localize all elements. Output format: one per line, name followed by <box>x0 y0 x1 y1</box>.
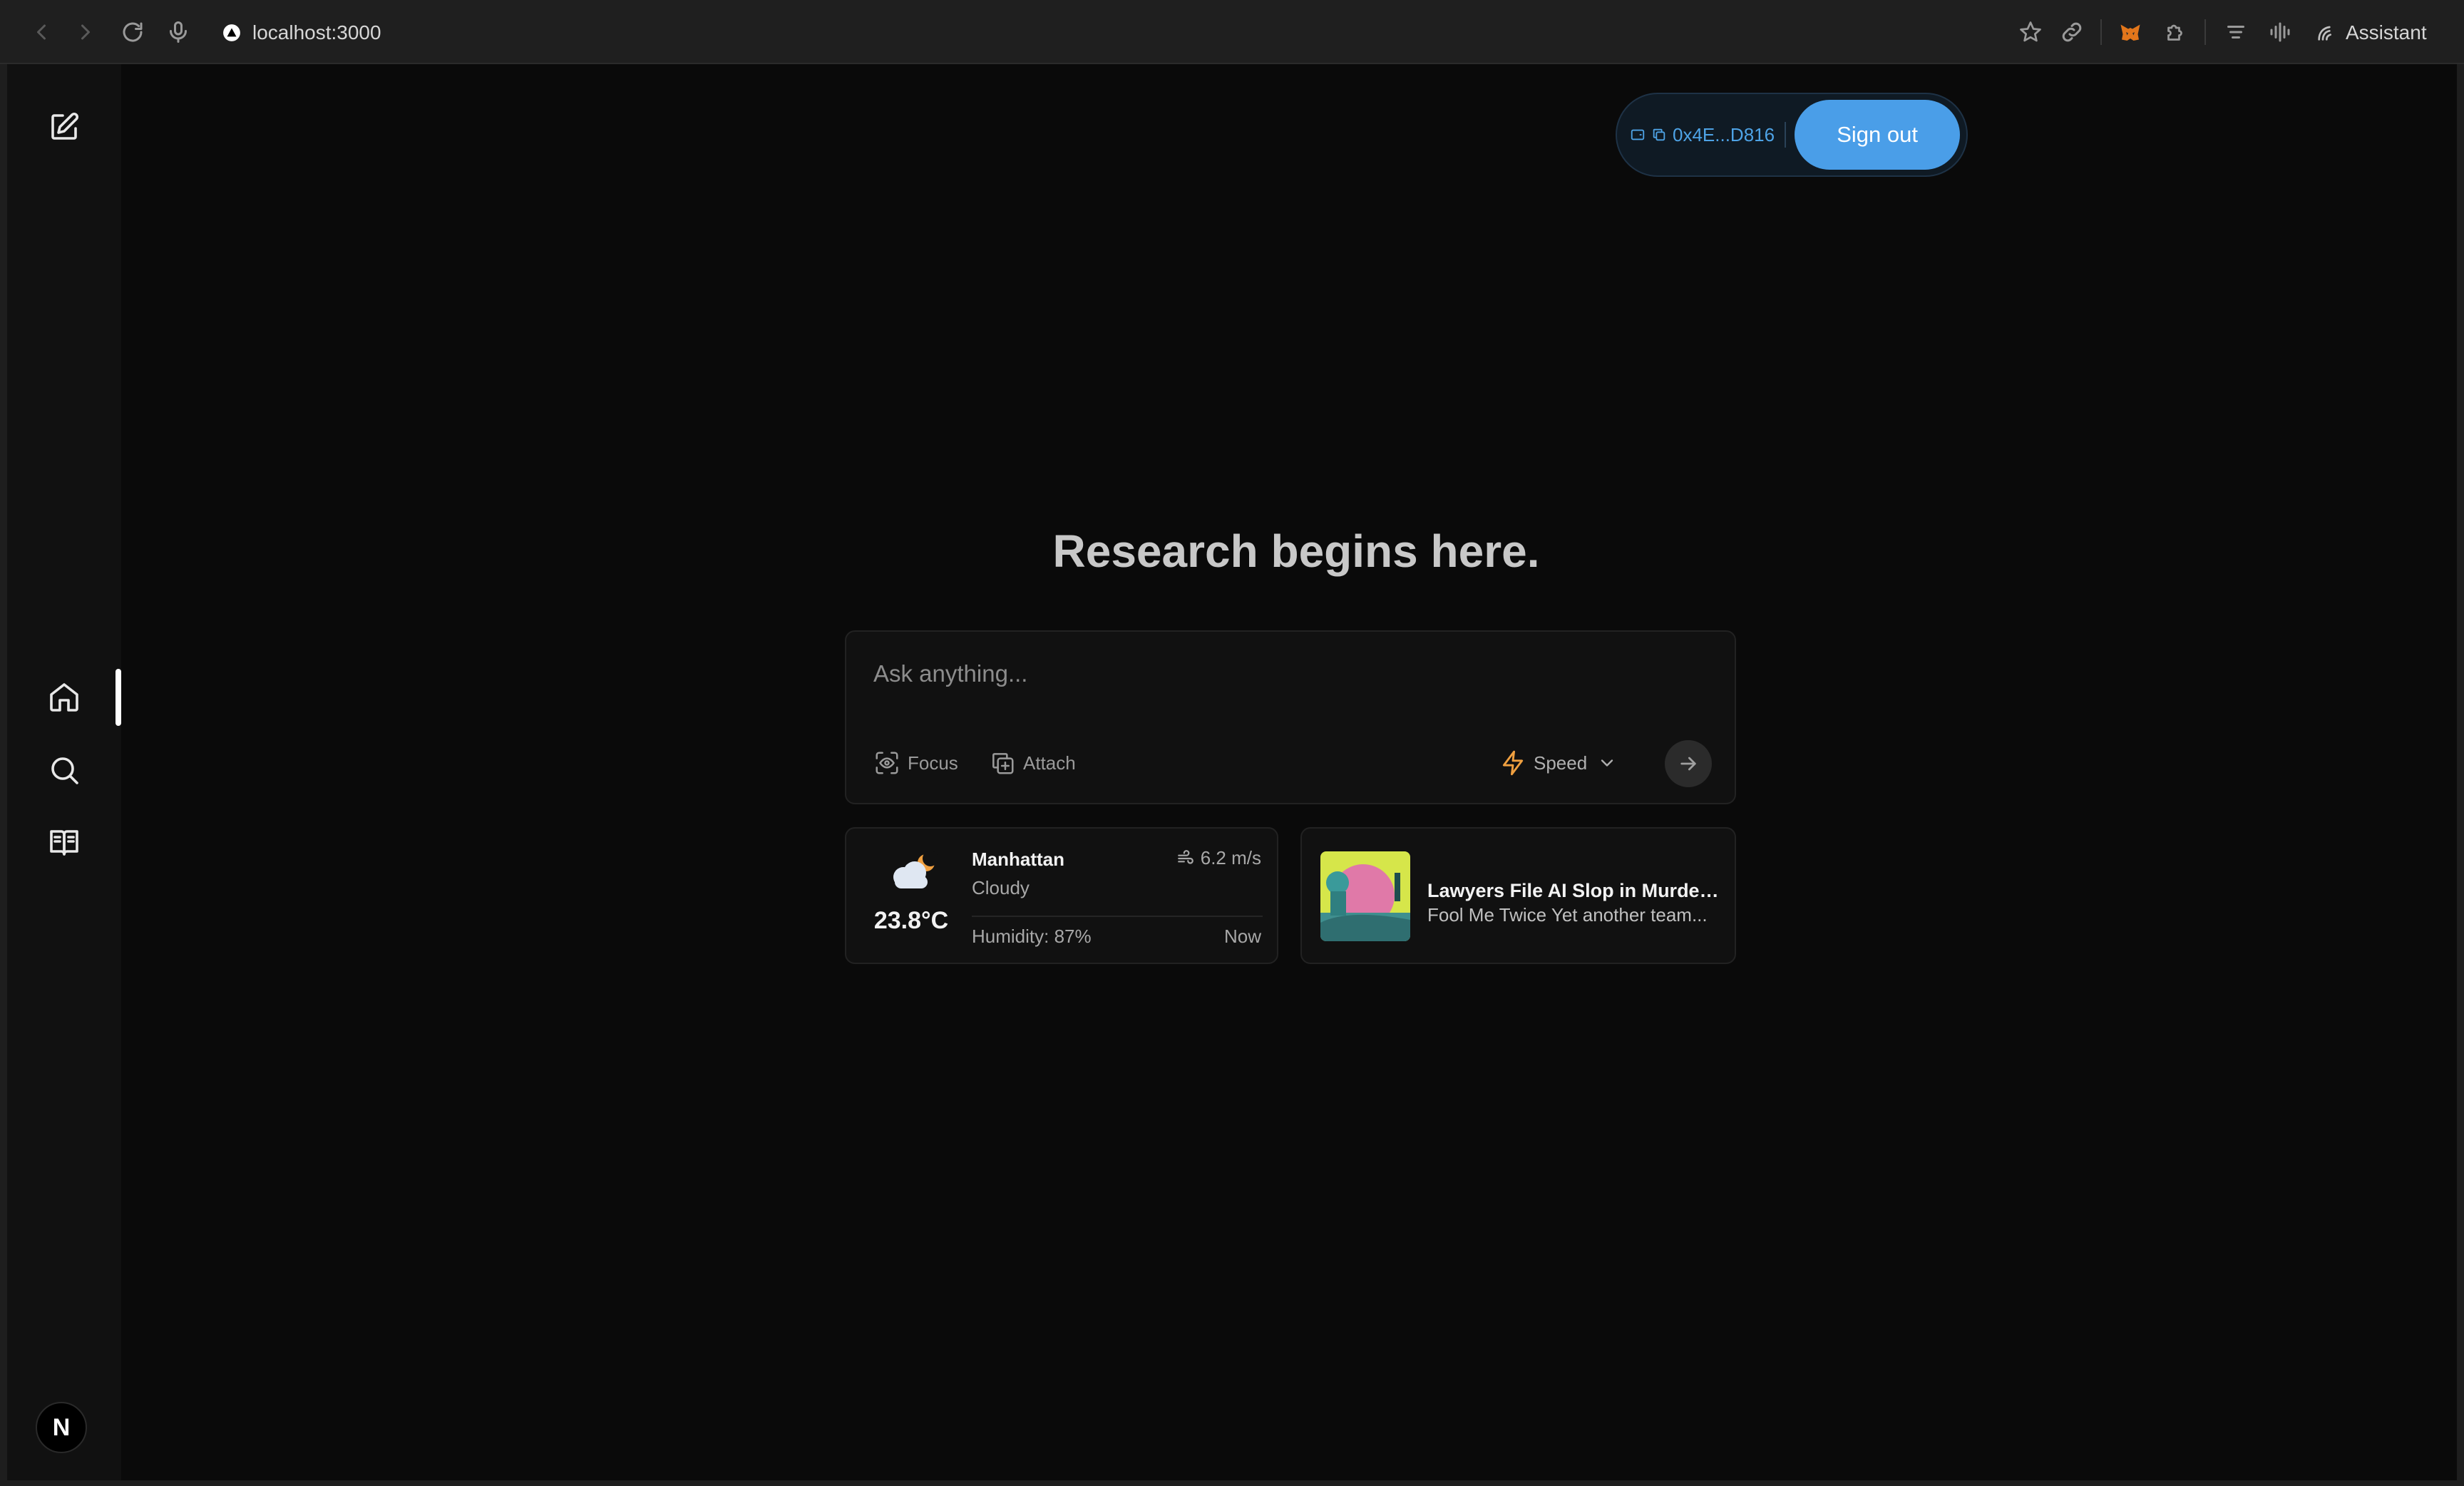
active-indicator <box>115 669 121 726</box>
reload-icon[interactable] <box>120 19 145 45</box>
news-widget[interactable]: Lawyers File AI Slop in Murder... Fool M… <box>1300 827 1736 964</box>
search-box: Focus Attach Speed <box>845 630 1736 804</box>
news-title: Lawyers File AI Slop in Murder... <box>1427 880 1721 901</box>
weather-divider <box>972 916 1263 917</box>
url-text: localhost:3000 <box>252 21 381 43</box>
link-icon[interactable] <box>2059 19 2085 45</box>
assistant-button[interactable]: Assistant <box>2314 19 2427 47</box>
mode-label: Speed <box>1534 752 1588 774</box>
microphone-icon[interactable] <box>165 19 191 45</box>
weather-condition: Cloudy <box>972 877 1030 898</box>
wind-icon <box>1177 849 1194 864</box>
wind-speed: 6.2 m/s <box>1176 847 1261 869</box>
address-bar[interactable]: localhost:3000 <box>222 19 381 47</box>
search-icon[interactable] <box>47 753 81 787</box>
send-button[interactable] <box>1665 740 1712 787</box>
focus-label: Focus <box>908 752 958 774</box>
attach-button[interactable]: Attach <box>989 746 1076 780</box>
wallet-icon <box>1631 129 1645 140</box>
lightning-icon <box>1502 750 1524 776</box>
wallet-address[interactable]: 0x4E...D816 <box>1630 121 1775 149</box>
site-icon <box>223 24 240 41</box>
news-snippet: Fool Me Twice Yet another team... <box>1427 904 1708 926</box>
library-book-icon[interactable] <box>47 826 81 860</box>
wallet-pill: 0x4E...D816 Sign out <box>1616 93 1968 177</box>
chevron-down-icon <box>1601 759 1613 767</box>
weather-widget[interactable]: 23.8°C Manhattan Cloudy 6.2 m/s Humidity… <box>845 827 1278 964</box>
focus-button[interactable]: Focus <box>873 746 958 780</box>
weather-city: Manhattan <box>972 849 1064 870</box>
home-icon[interactable] <box>47 680 81 714</box>
wind-speed-text: 6.2 m/s <box>1200 847 1261 868</box>
wallet-address-text: 0x4E...D816 <box>1673 123 1775 145</box>
news-thumbnail <box>1320 851 1410 941</box>
partly-cloudy-night-icon <box>893 851 938 888</box>
page-viewport: N 0x4E...D816 Sign out Research begins h… <box>7 64 2457 1480</box>
assistant-label: Assistant <box>2346 21 2427 43</box>
search-input[interactable] <box>873 649 1693 699</box>
metamask-fox-icon[interactable] <box>2118 19 2143 45</box>
wallet-divider <box>1785 122 1787 148</box>
assistant-icon <box>2318 26 2331 41</box>
browser-toolbar: localhost:3000 Assistant <box>0 0 2464 64</box>
temperature: 23.8°C <box>873 907 949 934</box>
attach-copy-plus-icon <box>992 753 1014 774</box>
reading-list-icon[interactable] <box>2223 19 2249 45</box>
new-chat-edit-icon[interactable] <box>47 110 81 144</box>
focus-eye-icon <box>876 752 898 774</box>
avatar[interactable]: N <box>36 1402 87 1453</box>
arrow-right-icon <box>1680 757 1696 771</box>
extensions-puzzle-icon[interactable] <box>2163 19 2189 45</box>
forward-icon[interactable] <box>73 19 98 45</box>
copy-icon[interactable] <box>1651 127 1667 143</box>
bookmark-star-icon[interactable] <box>2018 19 2043 45</box>
humidity: Humidity: 87% <box>972 926 1092 947</box>
page-title: Research begins here. <box>1052 526 1540 577</box>
sidebar: N <box>7 64 121 1480</box>
sign-out-button[interactable]: Sign out <box>1795 100 1961 170</box>
weather-time: Now <box>1223 926 1261 947</box>
attach-label: Attach <box>1023 752 1076 774</box>
audio-wave-icon[interactable] <box>2267 19 2293 45</box>
mode-select[interactable]: Speed <box>1499 746 1617 780</box>
back-icon[interactable] <box>29 19 54 45</box>
